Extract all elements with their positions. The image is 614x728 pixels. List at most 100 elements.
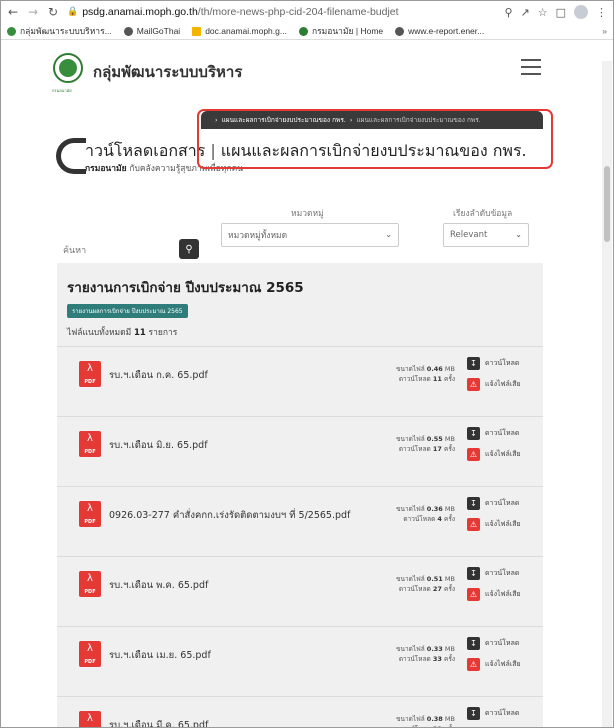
category-select-value: หมวดหมู่ทั้งหมด bbox=[228, 231, 288, 241]
back-icon[interactable]: ← bbox=[5, 4, 21, 20]
report-broken-button[interactable]: ⚠ แจ้งไฟล์เสีย bbox=[467, 658, 521, 671]
chevron-down-icon: ⌄ bbox=[385, 230, 392, 239]
bookmark-item[interactable]: กลุ่มพัฒนาระบบบริหาร... bbox=[7, 24, 112, 38]
times-unit: ครั้ง bbox=[443, 375, 455, 383]
times-unit: ครั้ง bbox=[443, 515, 455, 523]
file-meta: ขนาดไฟล์ 0.33 MB ดาวน์โหลด 33 ครั้ง bbox=[383, 644, 455, 664]
times-unit: ครั้ง bbox=[443, 585, 455, 593]
pdf-file-icon[interactable]: λ PDF bbox=[79, 641, 101, 667]
downloads-label: ดาวน์โหลด bbox=[398, 585, 431, 593]
chevron-down-icon: ⌄ bbox=[515, 230, 522, 239]
download-button[interactable]: ↧ ดาวน์โหลด bbox=[467, 567, 519, 580]
file-count-prefix: ไฟล์แนบทั้งหมดมี bbox=[67, 328, 132, 338]
scroll-thumb[interactable] bbox=[604, 166, 610, 242]
bookmark-label: www.e-report.ener... bbox=[408, 26, 485, 36]
file-meta: ขนาดไฟล์ 0.46 MB ดาวน์โหลด 11 ครั้ง bbox=[383, 364, 455, 384]
star-icon[interactable]: ☆ bbox=[538, 6, 548, 19]
title-letter-decoration bbox=[56, 138, 86, 174]
lock-icon[interactable]: 🔒 bbox=[67, 7, 78, 17]
pdf-badge: PDF bbox=[84, 589, 96, 595]
report-label: แจ้งไฟล์เสีย bbox=[485, 450, 521, 458]
report-broken-button[interactable]: ⚠ แจ้งไฟล์เสีย bbox=[467, 588, 521, 601]
pdf-file-icon[interactable]: λ PDF bbox=[79, 711, 101, 727]
file-size: 0.46 bbox=[426, 365, 443, 373]
bookmark-item[interactable]: doc.anamai.moph.g... bbox=[192, 26, 287, 36]
download-button[interactable]: ↧ ดาวน์โหลด bbox=[467, 357, 519, 370]
download-button[interactable]: ↧ ดาวน์โหลด bbox=[467, 707, 519, 720]
acrobat-icon: λ bbox=[87, 643, 93, 654]
file-row: λ PDF รบ.ฯ.เดือน มี.ค. 65.pdf ขนาดไฟล์ 0… bbox=[57, 696, 543, 727]
bookmark-item[interactable]: www.e-report.ener... bbox=[395, 26, 484, 36]
site-header: กรมอนามัย กลุ่มพัฒนาระบบบริหาร bbox=[1, 41, 601, 101]
bookmarks-overflow-icon[interactable]: » bbox=[602, 26, 607, 36]
size-unit: MB bbox=[444, 505, 455, 513]
download-button[interactable]: ↧ ดาวน์โหลด bbox=[467, 497, 519, 510]
hamburger-menu-icon[interactable] bbox=[521, 59, 541, 75]
download-icon: ↧ bbox=[467, 567, 480, 580]
pdf-badge: PDF bbox=[84, 449, 96, 455]
department-logo[interactable] bbox=[53, 53, 83, 83]
download-button[interactable]: ↧ ดาวน์โหลด bbox=[467, 637, 519, 650]
size-unit: MB bbox=[444, 365, 455, 373]
bookmark-label: กลุ่มพัฒนาระบบบริหาร... bbox=[20, 26, 112, 36]
forward-icon[interactable]: → bbox=[25, 4, 41, 20]
size-unit: MB bbox=[444, 575, 455, 583]
file-name[interactable]: รบ.ฯ.เดือน พ.ค. 65.pdf bbox=[109, 578, 208, 593]
pdf-file-icon[interactable]: λ PDF bbox=[79, 431, 101, 457]
file-name[interactable]: รบ.ฯ.เดือน เม.ย. 65.pdf bbox=[109, 648, 211, 663]
share-icon[interactable]: ↗ bbox=[521, 6, 530, 19]
size-label: ขนาดไฟล์ bbox=[396, 365, 425, 373]
search-button[interactable]: ⚲ bbox=[179, 239, 199, 259]
category-select[interactable]: หมวดหมู่ทั้งหมด ⌄ bbox=[221, 223, 399, 247]
zoom-icon[interactable]: ⚲ bbox=[504, 6, 512, 19]
file-size: 0.55 bbox=[426, 435, 443, 443]
pdf-file-icon[interactable]: λ PDF bbox=[79, 501, 101, 527]
reload-icon[interactable]: ↻ bbox=[45, 4, 61, 20]
file-name[interactable]: รบ.ฯ.เดือน มิ.ย. 65.pdf bbox=[109, 438, 208, 453]
file-meta: ขนาดไฟล์ 0.55 MB ดาวน์โหลด 17 ครั้ง bbox=[383, 434, 455, 454]
pdf-badge: PDF bbox=[84, 379, 96, 385]
bookmark-item[interactable]: MailGoThai bbox=[123, 26, 180, 36]
downloads-label: ดาวน์โหลด bbox=[398, 445, 431, 453]
download-label: ดาวน์โหลด bbox=[485, 499, 520, 507]
page-title-main: าวน์โหลดเอกสาร bbox=[85, 141, 206, 160]
file-name[interactable]: รบ.ฯ.เดือน มี.ค. 65.pdf bbox=[109, 718, 208, 727]
url-field[interactable]: psdg.anamai.moph.go.th/th/more-news-php-… bbox=[82, 6, 504, 18]
report-broken-button[interactable]: ⚠ แจ้งไฟล์เสีย bbox=[467, 518, 521, 531]
file-meta: ขนาดไฟล์ 0.51 MB ดาวน์โหลด 27 ครั้ง bbox=[383, 574, 455, 594]
report-broken-button[interactable]: ⚠ แจ้งไฟล์เสีย bbox=[467, 378, 521, 391]
downloads-label: ดาวน์โหลด bbox=[398, 655, 431, 663]
page-scrollbar[interactable] bbox=[602, 61, 612, 727]
sort-label: เรียงลำดับข้อมูล bbox=[453, 209, 513, 219]
search-input[interactable] bbox=[57, 239, 177, 263]
menu-kebab-icon[interactable]: ⋮ bbox=[596, 6, 607, 19]
download-label: ดาวน์โหลด bbox=[485, 429, 520, 437]
pdf-file-icon[interactable]: λ PDF bbox=[79, 571, 101, 597]
profile-avatar[interactable] bbox=[574, 5, 588, 19]
report-broken-button[interactable]: ⚠ แจ้งไฟล์เสีย bbox=[467, 448, 521, 461]
report-label: แจ้งไฟล์เสีย bbox=[485, 590, 521, 598]
warning-icon: ⚠ bbox=[467, 518, 480, 531]
bookmark-item[interactable]: กรมอนามัย | Home bbox=[298, 24, 383, 38]
sort-select[interactable]: Relevant ⌄ bbox=[443, 223, 529, 247]
bookmark-favicon-icon bbox=[298, 26, 308, 36]
download-icon: ↧ bbox=[467, 637, 480, 650]
category-tag[interactable]: รายงานผลการเบิกจ่าย ปีงบประมาณ 2565 bbox=[67, 304, 188, 318]
file-count-value: 11 bbox=[133, 328, 146, 338]
acrobat-icon: λ bbox=[87, 573, 93, 584]
bookmark-favicon-icon bbox=[7, 26, 16, 36]
size-label: ขนาดไฟล์ bbox=[396, 575, 425, 583]
acrobat-icon: λ bbox=[87, 503, 93, 514]
download-label: ดาวน์โหลด bbox=[485, 709, 520, 717]
globe-icon bbox=[123, 26, 133, 36]
download-count: 17 bbox=[432, 445, 442, 453]
file-name[interactable]: 0926.03-277 คำสั่งคกก.เร่งรัดติดตามงบฯ ท… bbox=[109, 508, 350, 523]
logo-emblem-icon bbox=[59, 59, 77, 77]
file-meta: ขนาดไฟล์ 0.38 MB ดาวน์โหลด 29 ครั้ง bbox=[383, 714, 455, 727]
file-name[interactable]: รบ.ฯ.เดือน ก.ค. 65.pdf bbox=[109, 368, 208, 383]
pdf-file-icon[interactable]: λ PDF bbox=[79, 361, 101, 387]
download-count: 11 bbox=[432, 375, 442, 383]
site-title[interactable]: กลุ่มพัฒนาระบบบริหาร bbox=[93, 60, 242, 84]
download-button[interactable]: ↧ ดาวน์โหลด bbox=[467, 427, 519, 440]
sidebar-icon[interactable]: □ bbox=[556, 6, 566, 19]
